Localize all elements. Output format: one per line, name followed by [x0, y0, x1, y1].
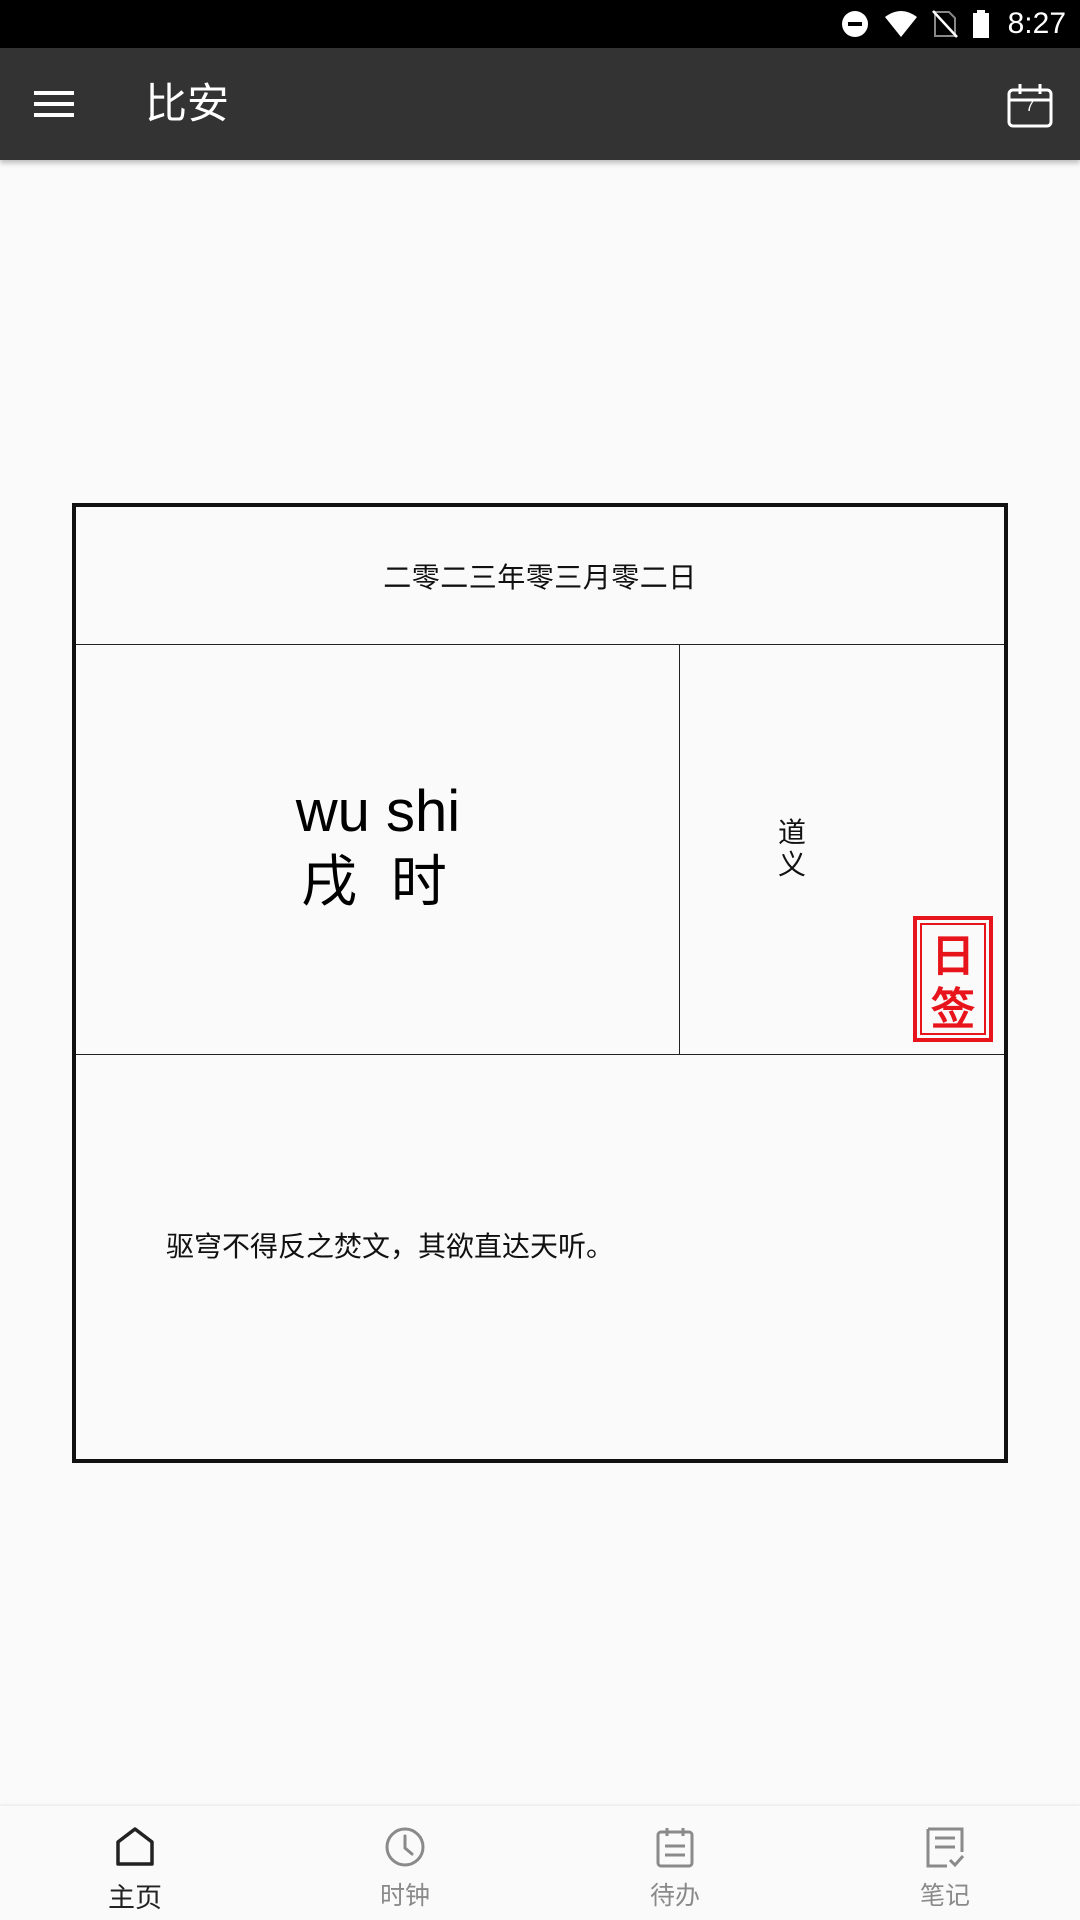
hour-cell: wu shi 戌 时: [76, 645, 680, 1055]
nav-label-home: 主页: [108, 1883, 162, 1914]
quote-row: 驱穹不得反之焚文，其欲直达天听。: [76, 1055, 1004, 1459]
status-bar: 8:27: [0, 0, 1080, 48]
nav-item-clock[interactable]: 时钟: [270, 1806, 540, 1920]
nav-item-notes[interactable]: 笔记: [810, 1806, 1080, 1920]
wifi-icon: [884, 11, 917, 37]
date-text: 二零二三年零三月零二日: [383, 560, 697, 594]
day-stamp: 日 签: [913, 916, 993, 1042]
hour-pinyin: wu shi: [295, 779, 461, 844]
clock-icon: [385, 1827, 425, 1867]
hour-row: wu shi 戌 时 道 义 日 签: [76, 645, 1004, 1055]
daily-card: 二零二三年零三月零二日 wu shi 戌 时 道 义 日 签 驱穹不得反之焚文，…: [72, 503, 1008, 1463]
date-row: 二零二三年零三月零二日: [76, 507, 1004, 645]
nav-item-home[interactable]: 主页: [0, 1806, 270, 1920]
app-bar: 比安 7: [0, 48, 1080, 160]
bottom-nav: 主页 时钟 待办 笔记: [0, 1806, 1080, 1920]
status-icons: 8:27: [840, 0, 1066, 48]
no-sim-icon: [931, 10, 958, 38]
nav-label-clock: 时钟: [379, 1881, 430, 1910]
status-time: 8:27: [1007, 7, 1066, 40]
notes-icon: [926, 1827, 965, 1868]
battery-icon: [972, 10, 989, 38]
menu-icon[interactable]: [34, 85, 74, 123]
calendar-day-number: 7: [1025, 98, 1035, 115]
meaning-char: 义: [777, 848, 806, 881]
nav-item-todo[interactable]: 待办: [540, 1806, 810, 1920]
meaning-text: 道 义: [776, 817, 808, 881]
stamp-char: 日: [931, 931, 975, 982]
home-icon: [116, 1827, 154, 1866]
meaning-char: 道: [777, 816, 806, 849]
hour-name: 戌 时: [301, 850, 455, 915]
quote-text: 驱穹不得反之焚文，其欲直达天听。: [166, 1230, 615, 1263]
do-not-disturb-icon: [841, 11, 868, 37]
calendar-button[interactable]: 7: [1006, 81, 1054, 129]
meaning-cell: 道 义 日 签: [680, 645, 1004, 1055]
todo-icon: [656, 1828, 694, 1868]
nav-label-notes: 笔记: [919, 1881, 970, 1910]
stamp-char: 签: [931, 984, 975, 1035]
app-title: 比安: [145, 79, 230, 128]
nav-label-todo: 待办: [649, 1881, 700, 1910]
